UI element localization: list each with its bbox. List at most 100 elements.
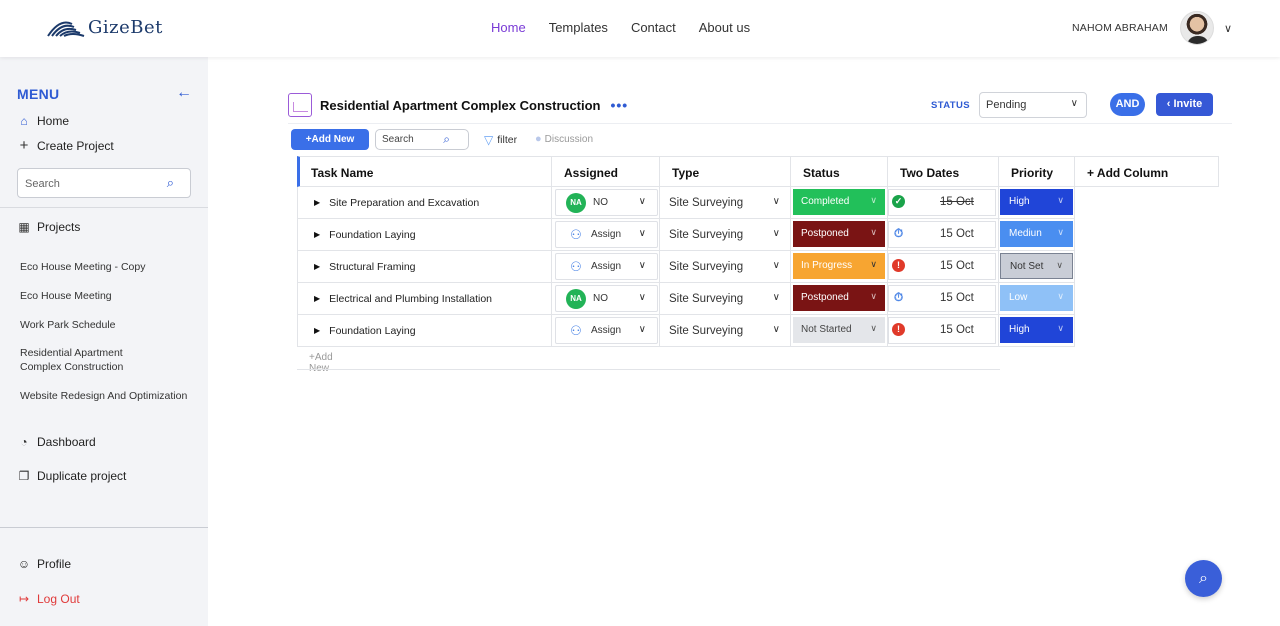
status-dropdown[interactable]: In Progress ∨ — [793, 253, 885, 279]
caret-right-icon[interactable]: ▶ — [314, 230, 320, 239]
dates-cell[interactable]: ! 15 Oct — [888, 251, 999, 283]
sidebar-item-home[interactable]: ⌂ Home — [17, 114, 69, 128]
sidebar-item-logout[interactable]: ↦ Log Out — [17, 592, 80, 606]
priority-dropdown[interactable]: Low ∨ — [1000, 285, 1073, 311]
status-cell[interactable]: Not Started ∨ — [791, 315, 888, 347]
assigned-cell[interactable]: ⚇ Assign ∨ — [552, 219, 660, 251]
column-header[interactable]: Assigned — [552, 156, 660, 187]
type-dropdown[interactable]: Site Surveying ∨ — [660, 187, 791, 219]
project-item[interactable]: Work Park Schedule — [20, 318, 195, 332]
more-options-icon[interactable]: ••• — [611, 97, 629, 113]
caret-right-icon[interactable]: ▶ — [314, 326, 320, 335]
status-dropdown[interactable]: Pending ∨ — [979, 92, 1087, 118]
brand-logo[interactable]: GizeBet — [46, 16, 163, 38]
status-cell[interactable]: In Progress ∨ — [791, 251, 888, 283]
sidebar-item-create-project[interactable]: + Create Project — [17, 137, 114, 154]
column-header[interactable]: Two Dates — [888, 156, 999, 187]
chevron-down-icon[interactable]: ∨ — [1224, 22, 1232, 35]
assigned-cell[interactable]: ⚇ Assign ∨ — [552, 251, 660, 283]
caret-right-icon[interactable]: ▶ — [314, 198, 320, 207]
type-dropdown[interactable]: Site Surveying ∨ — [660, 315, 791, 347]
assigned-dropdown[interactable]: ⚇ Assign ∨ — [555, 317, 658, 344]
caret-right-icon[interactable]: ▶ — [314, 294, 320, 303]
and-button[interactable]: AND — [1110, 93, 1145, 116]
date-picker[interactable]: ⏱ 15 Oct — [888, 285, 996, 312]
task-cell[interactable]: ▶ Electrical and Plumbing Installation — [297, 283, 552, 315]
assigned-dropdown[interactable]: NA NO ∨ — [555, 285, 658, 312]
status-dropdown[interactable]: Completed ∨ — [793, 189, 885, 215]
status-cell[interactable]: Postponed ∨ — [791, 219, 888, 251]
column-header[interactable]: Task Name — [297, 156, 552, 187]
assigned-cell[interactable]: ⚇ Assign ∨ — [552, 315, 660, 347]
priority-cell[interactable]: Mediun ∨ — [999, 219, 1075, 251]
date-picker[interactable]: ✓ 15 Oct — [888, 189, 996, 216]
nav-about-us[interactable]: About us — [699, 20, 750, 35]
filter-button[interactable]: ▽ filter — [484, 133, 517, 147]
search-icon[interactable]: ⌕ — [443, 132, 450, 147]
assigned-dropdown[interactable]: ⚇ Assign ∨ — [555, 253, 658, 280]
assigned-cell[interactable]: NA NO ∨ — [552, 283, 660, 315]
priority-dropdown[interactable]: Not Set ∨ — [1000, 253, 1073, 279]
table-row[interactable]: ▶ Site Preparation and Excavation NA NO … — [297, 187, 1075, 219]
table-row[interactable]: ▶ Structural Framing ⚇ Assign ∨ Site Sur… — [297, 251, 1075, 283]
add-row-button[interactable]: +Add New — [309, 352, 333, 374]
search-icon[interactable]: ⌕ — [167, 175, 174, 191]
table-row[interactable]: ▶ Foundation Laying ⚇ Assign ∨ Site Surv… — [297, 315, 1075, 347]
sidebar-item-dashboard[interactable]: ◔ Dashboard — [17, 435, 95, 449]
add-column-button[interactable]: + Add Column — [1075, 156, 1219, 187]
priority-cell[interactable]: Low ∨ — [999, 283, 1075, 315]
column-header[interactable]: Status — [791, 156, 888, 187]
task-cell[interactable]: ▶ Foundation Laying — [297, 219, 552, 251]
dates-cell[interactable]: ⏱ 15 Oct — [888, 283, 999, 315]
dates-cell[interactable]: ✓ 15 Oct — [888, 187, 999, 219]
arrow-left-icon[interactable]: ← — [176, 84, 192, 102]
sidebar-search-input[interactable]: Search ⌕ — [17, 168, 191, 198]
status-cell[interactable]: Completed ∨ — [791, 187, 888, 219]
sidebar-item-duplicate-project[interactable]: ❐ Duplicate project — [17, 469, 127, 483]
assigned-cell[interactable]: NA NO ∨ — [552, 187, 660, 219]
task-cell[interactable]: ▶ Structural Framing — [297, 251, 552, 283]
nav-contact[interactable]: Contact — [631, 20, 676, 35]
project-item[interactable]: Eco House Meeting - Copy — [20, 260, 195, 274]
add-new-button[interactable]: +Add New — [291, 129, 369, 150]
search-input[interactable]: Search ⌕ — [375, 129, 469, 150]
task-cell[interactable]: ▶ Site Preparation and Excavation — [297, 187, 552, 219]
assigned-dropdown[interactable]: ⚇ Assign ∨ — [555, 221, 658, 248]
zoom-search-button[interactable]: ⌕ — [1185, 560, 1222, 597]
project-item[interactable]: Eco House Meeting — [20, 289, 195, 303]
column-header[interactable]: Type — [660, 156, 791, 187]
type-dropdown[interactable]: Site Surveying ∨ — [660, 251, 791, 283]
status-cell[interactable]: Postponed ∨ — [791, 283, 888, 315]
date-picker[interactable]: ! 15 Oct — [888, 253, 996, 280]
dates-cell[interactable]: ⏱ 15 Oct — [888, 219, 999, 251]
dates-cell[interactable]: ! 15 Oct — [888, 315, 999, 347]
date-picker[interactable]: ⏱ 15 Oct — [888, 221, 996, 248]
status-dropdown[interactable]: Postponed ∨ — [793, 221, 885, 247]
priority-cell[interactable]: Not Set ∨ — [999, 251, 1075, 283]
date-picker[interactable]: ! 15 Oct — [888, 317, 996, 344]
priority-dropdown[interactable]: High ∨ — [1000, 317, 1073, 343]
assigned-dropdown[interactable]: NA NO ∨ — [555, 189, 658, 216]
invite-button[interactable]: ‹ Invite — [1156, 93, 1213, 116]
avatar[interactable] — [1179, 11, 1214, 45]
priority-dropdown[interactable]: High ∨ — [1000, 189, 1073, 215]
sidebar-item-profile[interactable]: ☺ Profile — [17, 557, 71, 571]
type-dropdown[interactable]: Site Surveying ∨ — [660, 219, 791, 251]
nav-templates[interactable]: Templates — [549, 20, 608, 35]
discussion-button[interactable]: ● Discussion — [535, 133, 593, 145]
table-row[interactable]: ▶ Electrical and Plumbing Installation N… — [297, 283, 1075, 315]
status-dropdown[interactable]: Not Started ∨ — [793, 317, 885, 343]
type-dropdown[interactable]: Site Surveying ∨ — [660, 283, 791, 315]
project-item[interactable]: Website Redesign And Optimization — [20, 389, 195, 403]
priority-dropdown[interactable]: Mediun ∨ — [1000, 221, 1073, 247]
nav-home[interactable]: Home — [491, 20, 526, 35]
column-header[interactable]: Priority — [999, 156, 1075, 187]
priority-cell[interactable]: High ∨ — [999, 315, 1075, 347]
table-row[interactable]: ▶ Foundation Laying ⚇ Assign ∨ Site Surv… — [297, 219, 1075, 251]
status-dropdown[interactable]: Postponed ∨ — [793, 285, 885, 311]
caret-right-icon[interactable]: ▶ — [314, 262, 320, 271]
sidebar-item-projects[interactable]: ▦ Projects — [17, 220, 80, 234]
user-menu[interactable]: NAHOM ABRAHAM ∨ — [1072, 11, 1232, 45]
priority-cell[interactable]: High ∨ — [999, 187, 1075, 219]
task-cell[interactable]: ▶ Foundation Laying — [297, 315, 552, 347]
